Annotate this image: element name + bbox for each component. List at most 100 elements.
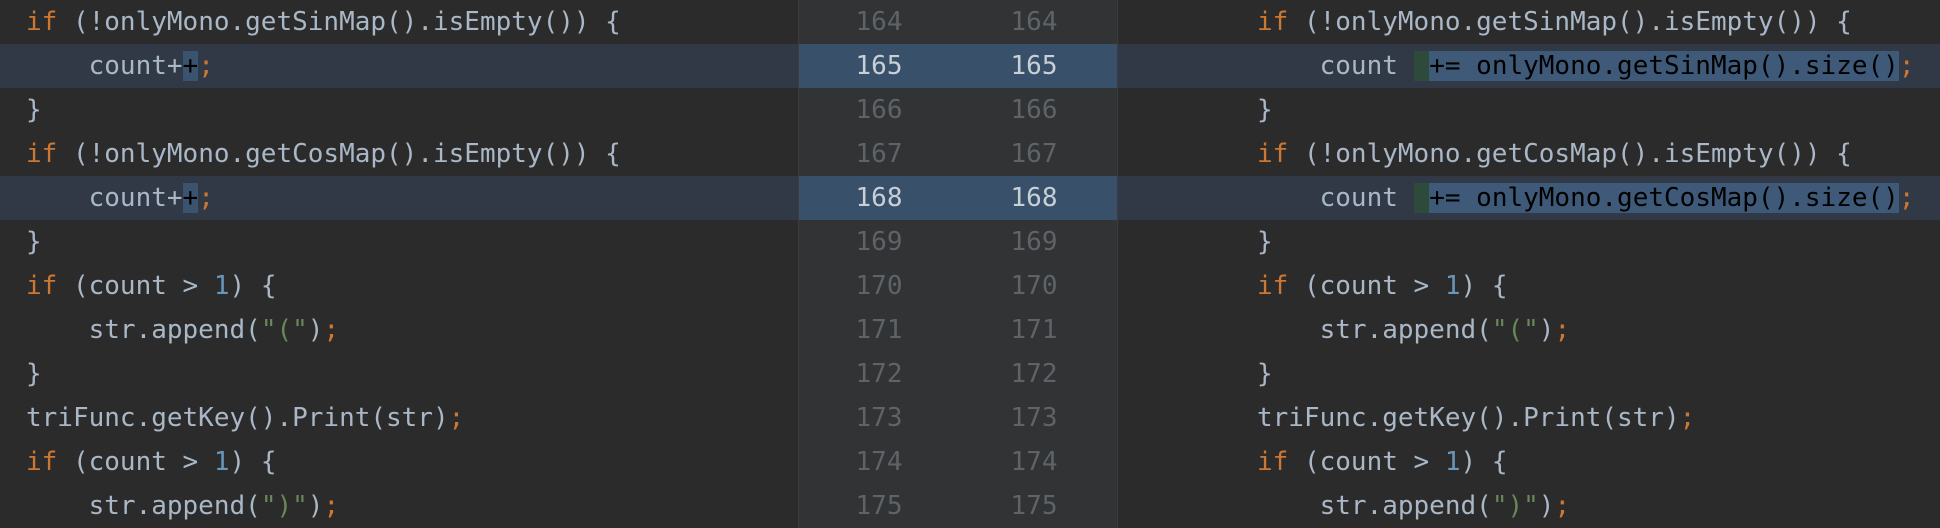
left-code-line[interactable]: } (0, 88, 798, 132)
right-line-number: 170 (1010, 271, 1058, 301)
code-token: (count > (57, 447, 214, 477)
right-code-line[interactable]: if (count > 1) { (1118, 264, 1940, 308)
left-code-line[interactable]: count++; (0, 176, 798, 220)
code-token: ")" (260, 491, 308, 521)
code-token: str.append( (1257, 491, 1492, 521)
code-token: ) (1883, 183, 1899, 213)
gutter-row: 171 171 (799, 308, 1117, 352)
left-code-line[interactable]: str.append("("); (0, 308, 798, 352)
right-line-number: 167 (1010, 139, 1058, 169)
code-token: (!onlyMono.getSinMap().isEmpty()) { (1288, 7, 1852, 37)
code-text: triFunc.getKey().Print(str); (26, 396, 464, 440)
code-text: triFunc.getKey().Print(str); (1257, 396, 1695, 440)
code-token: if (1257, 447, 1289, 477)
gutter-row: 165 165 (799, 44, 1117, 88)
left-code-line[interactable]: if (!onlyMono.getCosMap().isEmpty()) { (0, 132, 798, 176)
code-text: str.append(")"); (26, 484, 339, 528)
code-token: (!onlyMono.getCosMap().isEmpty()) { (1288, 139, 1852, 169)
left-code-line[interactable]: if (count > 1) { (0, 440, 798, 484)
right-code-line[interactable]: count += onlyMono.getSinMap().size(); (1118, 44, 1940, 88)
right-code-line[interactable]: if (count > 1) { (1118, 440, 1940, 484)
left-code-line[interactable]: if (count > 1) { (0, 264, 798, 308)
code-token: if (26, 271, 58, 301)
code-token: ) (1538, 315, 1555, 345)
code-text: } (1257, 88, 1273, 132)
code-token: } (1257, 359, 1273, 389)
gutter-row: 174 174 (799, 440, 1117, 484)
code-token: } (1257, 95, 1273, 125)
code-token: 1 (213, 447, 230, 477)
left-line-number: 169 (855, 227, 903, 257)
code-text: } (1257, 220, 1273, 264)
code-token: ")" (1491, 491, 1539, 521)
code-token: count (1257, 51, 1414, 81)
gutter-row: 164 164 (799, 0, 1117, 44)
left-line-number: 167 (855, 139, 903, 169)
code-text: if (count > 1) { (1257, 264, 1507, 308)
right-code-line[interactable]: count += onlyMono.getCosMap().size(); (1118, 176, 1940, 220)
right-line-number: 174 (1010, 447, 1058, 477)
code-token: str.append( (26, 315, 261, 345)
right-line-number: 165 (1010, 51, 1058, 81)
code-token: } (26, 227, 42, 257)
code-token: (count > (1288, 447, 1445, 477)
right-code-line[interactable]: str.append(")"); (1118, 484, 1940, 528)
left-code-line[interactable]: count++; (0, 44, 798, 88)
right-line-number: 164 (1010, 7, 1058, 37)
right-code-line[interactable]: } (1118, 88, 1940, 132)
left-code-line[interactable]: } (0, 220, 798, 264)
right-line-number: 168 (1010, 183, 1058, 213)
right-line-number: 175 (1010, 491, 1058, 521)
code-text: if (!onlyMono.getCosMap().isEmpty()) { (26, 132, 621, 176)
right-code-line[interactable]: if (!onlyMono.getSinMap().isEmpty()) { (1118, 0, 1940, 44)
gutter-row: 173 173 (799, 396, 1117, 440)
code-token: + (182, 183, 199, 213)
code-text: if (!onlyMono.getCosMap().isEmpty()) { (1257, 132, 1852, 176)
left-code-line[interactable]: str.append(")"); (0, 484, 798, 528)
right-code-line[interactable]: triFunc.getKey().Print(str); (1118, 396, 1940, 440)
code-token: 1 (213, 271, 230, 301)
code-token: 1 (1444, 271, 1461, 301)
left-line-number: 166 (855, 95, 903, 125)
code-text: str.append("("); (26, 308, 339, 352)
left-line-number: 172 (855, 359, 903, 389)
left-code-pane[interactable]: if (!onlyMono.getSinMap().isEmpty()) { c… (0, 0, 798, 528)
code-token: ) (1883, 51, 1899, 81)
code-text: count += onlyMono.getCosMap().size(); (1257, 176, 1914, 220)
right-code-line[interactable]: str.append("("); (1118, 308, 1940, 352)
right-code-pane[interactable]: if (!onlyMono.getSinMap().isEmpty()) { c… (1118, 0, 1940, 528)
left-line-number: 175 (855, 491, 903, 521)
gutter-row: 172 172 (799, 352, 1117, 396)
code-token: if (1257, 7, 1289, 37)
code-token: count+ (26, 183, 183, 213)
code-token: if (26, 139, 58, 169)
left-line-number: 165 (855, 51, 903, 81)
code-token: ) (307, 315, 324, 345)
left-code-line[interactable]: if (!onlyMono.getSinMap().isEmpty()) { (0, 0, 798, 44)
code-token: 1 (1444, 447, 1461, 477)
code-token: triFunc.getKey().Print(str) (1257, 403, 1680, 433)
code-token: ; (198, 183, 214, 213)
code-token: ) { (1460, 447, 1508, 477)
code-text: if (!onlyMono.getSinMap().isEmpty()) { (26, 0, 621, 44)
code-text: } (26, 88, 42, 132)
code-token: (!onlyMono.getSinMap().isEmpty()) { (57, 7, 621, 37)
left-code-line[interactable]: } (0, 352, 798, 396)
right-code-line[interactable]: } (1118, 352, 1940, 396)
code-token: += onlyMono.getCosMap().size( (1429, 183, 1884, 213)
code-token (1413, 183, 1430, 213)
gutter-row: 167 167 (799, 132, 1117, 176)
code-token: if (1257, 271, 1289, 301)
code-token: if (1257, 139, 1289, 169)
code-text: } (1257, 352, 1273, 396)
code-token: ; (1679, 403, 1696, 433)
code-token: ) { (229, 271, 277, 301)
right-code-line[interactable]: if (!onlyMono.getCosMap().isEmpty()) { (1118, 132, 1940, 176)
code-token: ; (448, 403, 465, 433)
code-text: count++; (26, 44, 214, 88)
right-code-line[interactable]: } (1118, 220, 1940, 264)
right-line-number: 171 (1010, 315, 1058, 345)
left-code-line[interactable]: triFunc.getKey().Print(str); (0, 396, 798, 440)
code-token: triFunc.getKey().Print(str) (26, 403, 449, 433)
code-token: count (1257, 183, 1414, 213)
